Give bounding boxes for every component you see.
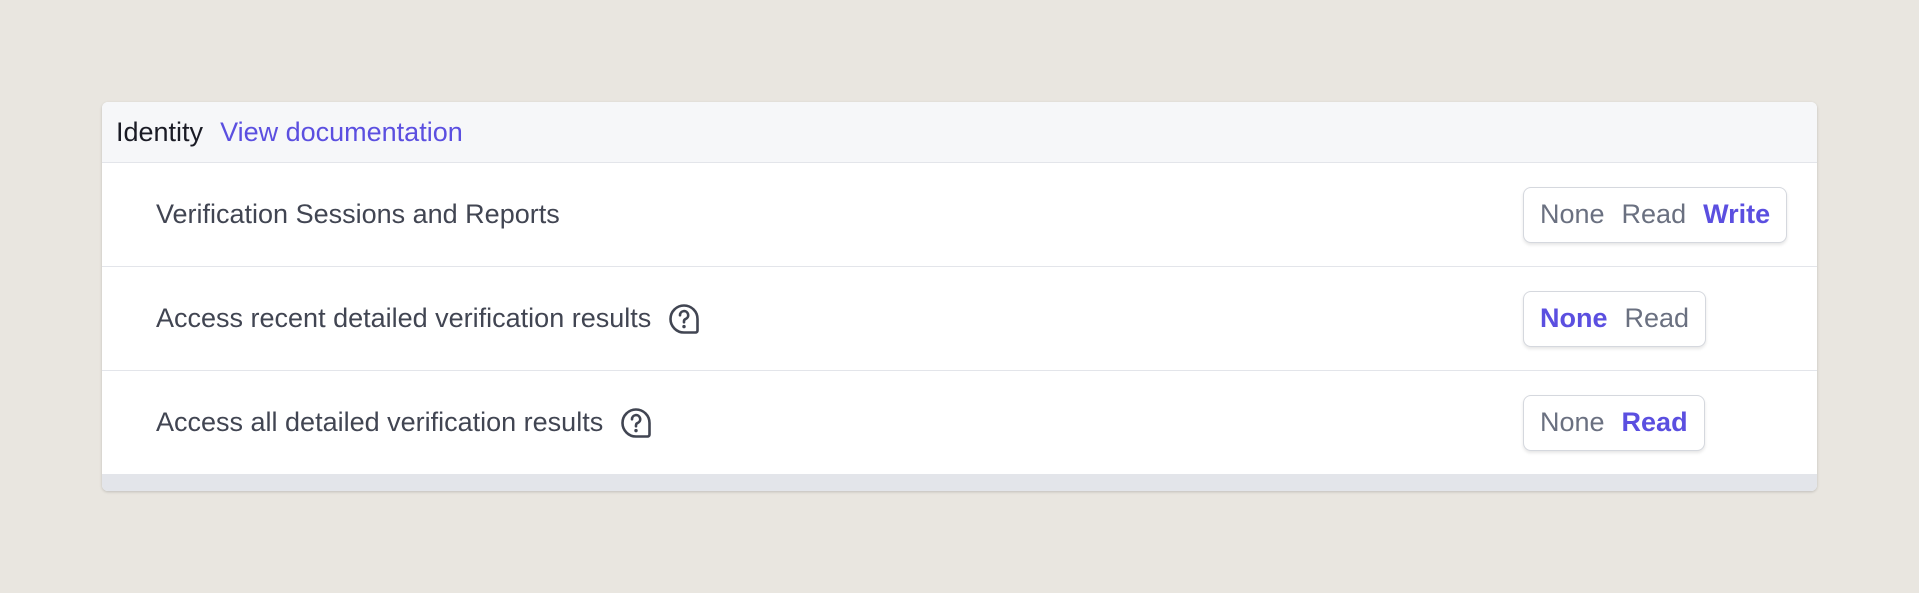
- permission-level-selector: None Read Write: [1523, 186, 1788, 243]
- permission-label-text: Access recent detailed verification resu…: [156, 303, 652, 333]
- permission-label: Access recent detailed verification resu…: [156, 302, 701, 336]
- option-read[interactable]: Read: [1622, 407, 1688, 438]
- permission-row-all-results: Access all detailed verification results…: [102, 371, 1817, 475]
- permission-level-selector: None Read: [1523, 394, 1705, 451]
- permission-row-verification-sessions: Verification Sessions and Reports None R…: [102, 163, 1817, 267]
- permission-label: Verification Sessions and Reports: [156, 199, 560, 230]
- option-write[interactable]: Write: [1703, 199, 1770, 230]
- permission-level-selector: None Read: [1523, 290, 1707, 347]
- question-bubble-icon[interactable]: [667, 302, 701, 336]
- option-none[interactable]: None: [1540, 199, 1605, 230]
- section-header: Identity View documentation: [102, 102, 1817, 163]
- permission-label: Access all detailed verification results: [156, 406, 653, 440]
- permissions-card: Identity View documentation Verification…: [102, 102, 1817, 491]
- option-none[interactable]: None: [1540, 303, 1608, 334]
- permission-label-text: Access all detailed verification results: [156, 407, 604, 437]
- question-bubble-icon[interactable]: [619, 406, 653, 440]
- option-none[interactable]: None: [1540, 407, 1605, 438]
- card-footer: [102, 475, 1817, 491]
- permission-row-recent-results: Access recent detailed verification resu…: [102, 267, 1817, 371]
- option-read[interactable]: Read: [1622, 199, 1687, 230]
- permission-label-text: Verification Sessions and Reports: [156, 199, 560, 229]
- question-bubble-icon-svg: [621, 407, 652, 438]
- section-title: Identity: [116, 116, 204, 147]
- view-documentation-link[interactable]: View documentation: [220, 117, 463, 148]
- option-read[interactable]: Read: [1625, 303, 1690, 334]
- question-bubble-icon-svg: [669, 303, 700, 334]
